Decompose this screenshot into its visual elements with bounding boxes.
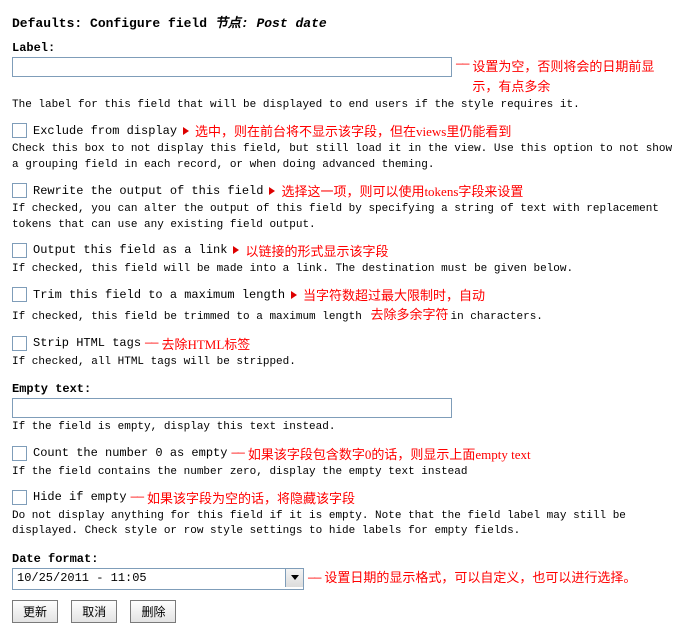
rewrite-annotation: 选择这一项，则可以使用tokens字段来设置 [281, 181, 523, 200]
label-heading: Label: [12, 41, 676, 55]
dateformat-select[interactable]: 10/25/2011 - 11:05 [12, 568, 304, 590]
dateformat-heading: Date format: [12, 552, 676, 566]
annotation-dash: —— [145, 336, 157, 350]
countzero-annotation: 如果该字段包含数字0的话，则显示上面empty text [248, 444, 531, 463]
rewrite-label: Rewrite the output of this field [33, 184, 263, 198]
dateformat-annotation: 设置日期的显示格式，可以自定义，也可以进行选择。 [324, 568, 644, 588]
exclude-checkbox[interactable] [12, 123, 27, 138]
empty-help: If the field is empty, display this text… [12, 420, 676, 435]
annotation-arrow-icon [233, 246, 239, 254]
strip-help: If checked, all HTML tags will be stripp… [12, 355, 676, 370]
rewrite-help: If checked, you can alter the output of … [12, 202, 676, 233]
dropdown-button[interactable] [285, 569, 303, 587]
countzero-checkbox[interactable] [12, 446, 27, 461]
countzero-label: Count the number 0 as empty [33, 446, 227, 460]
delete-button[interactable]: 删除 [130, 600, 176, 623]
trim-annotation-2: 去除多余字符 [370, 307, 448, 322]
strip-label: Strip HTML tags [33, 336, 141, 350]
hideempty-help: Do not display anything for this field i… [12, 509, 676, 540]
rewrite-checkbox[interactable] [12, 183, 27, 198]
empty-heading: Empty text: [12, 382, 676, 396]
trim-annotation-1: 当字符数超过最大限制时，自动 [303, 285, 485, 304]
strip-checkbox[interactable] [12, 336, 27, 351]
countzero-help: If the field contains the number zero, d… [12, 465, 676, 480]
trim-label: Trim this field to a maximum length [33, 288, 285, 302]
exclude-label: Exclude from display [33, 124, 177, 138]
aslink-checkbox[interactable] [12, 243, 27, 258]
annotation-arrow-icon [269, 187, 275, 195]
trim-checkbox[interactable] [12, 287, 27, 302]
hideempty-annotation: 如果该字段为空的话，将隐藏该字段 [147, 488, 355, 507]
annotation-arrow-icon [291, 291, 297, 299]
label-annotation: 设置为空，否则将会的日期前显示，有点多余 [472, 57, 672, 96]
cancel-button[interactable]: 取消 [71, 600, 117, 623]
annotation-dash: —— [231, 446, 243, 460]
aslink-help: If checked, this field will be made into… [12, 262, 676, 277]
page-title: Defaults: Configure field 节点: Post date [12, 12, 676, 31]
label-input[interactable] [12, 57, 452, 77]
dateformat-value: 10/25/2011 - 11:05 [17, 571, 147, 585]
annotation-arrow: —— [456, 57, 468, 71]
hideempty-checkbox[interactable] [12, 490, 27, 505]
trim-help: If checked, this field be trimmed to a m… [12, 306, 676, 325]
exclude-help: Check this box to not display this field… [12, 142, 676, 173]
annotation-dash: —— [308, 571, 320, 585]
aslink-annotation: 以链接的形式显示该字段 [245, 241, 388, 260]
annotation-arrow-icon [183, 127, 189, 135]
strip-annotation: 去除HTML标签 [161, 334, 250, 353]
annotation-dash: —— [131, 490, 143, 504]
hideempty-label: Hide if empty [33, 490, 127, 504]
chevron-down-icon [291, 575, 299, 580]
exclude-annotation: 选中，则在前台将不显示该字段，但在views里仍能看到 [195, 121, 511, 140]
empty-text-input[interactable] [12, 398, 452, 418]
aslink-label: Output this field as a link [33, 243, 227, 257]
button-bar: 更新 取消 删除 [12, 600, 676, 623]
update-button[interactable]: 更新 [12, 600, 58, 623]
label-help: The label for this field that will be di… [12, 98, 676, 113]
